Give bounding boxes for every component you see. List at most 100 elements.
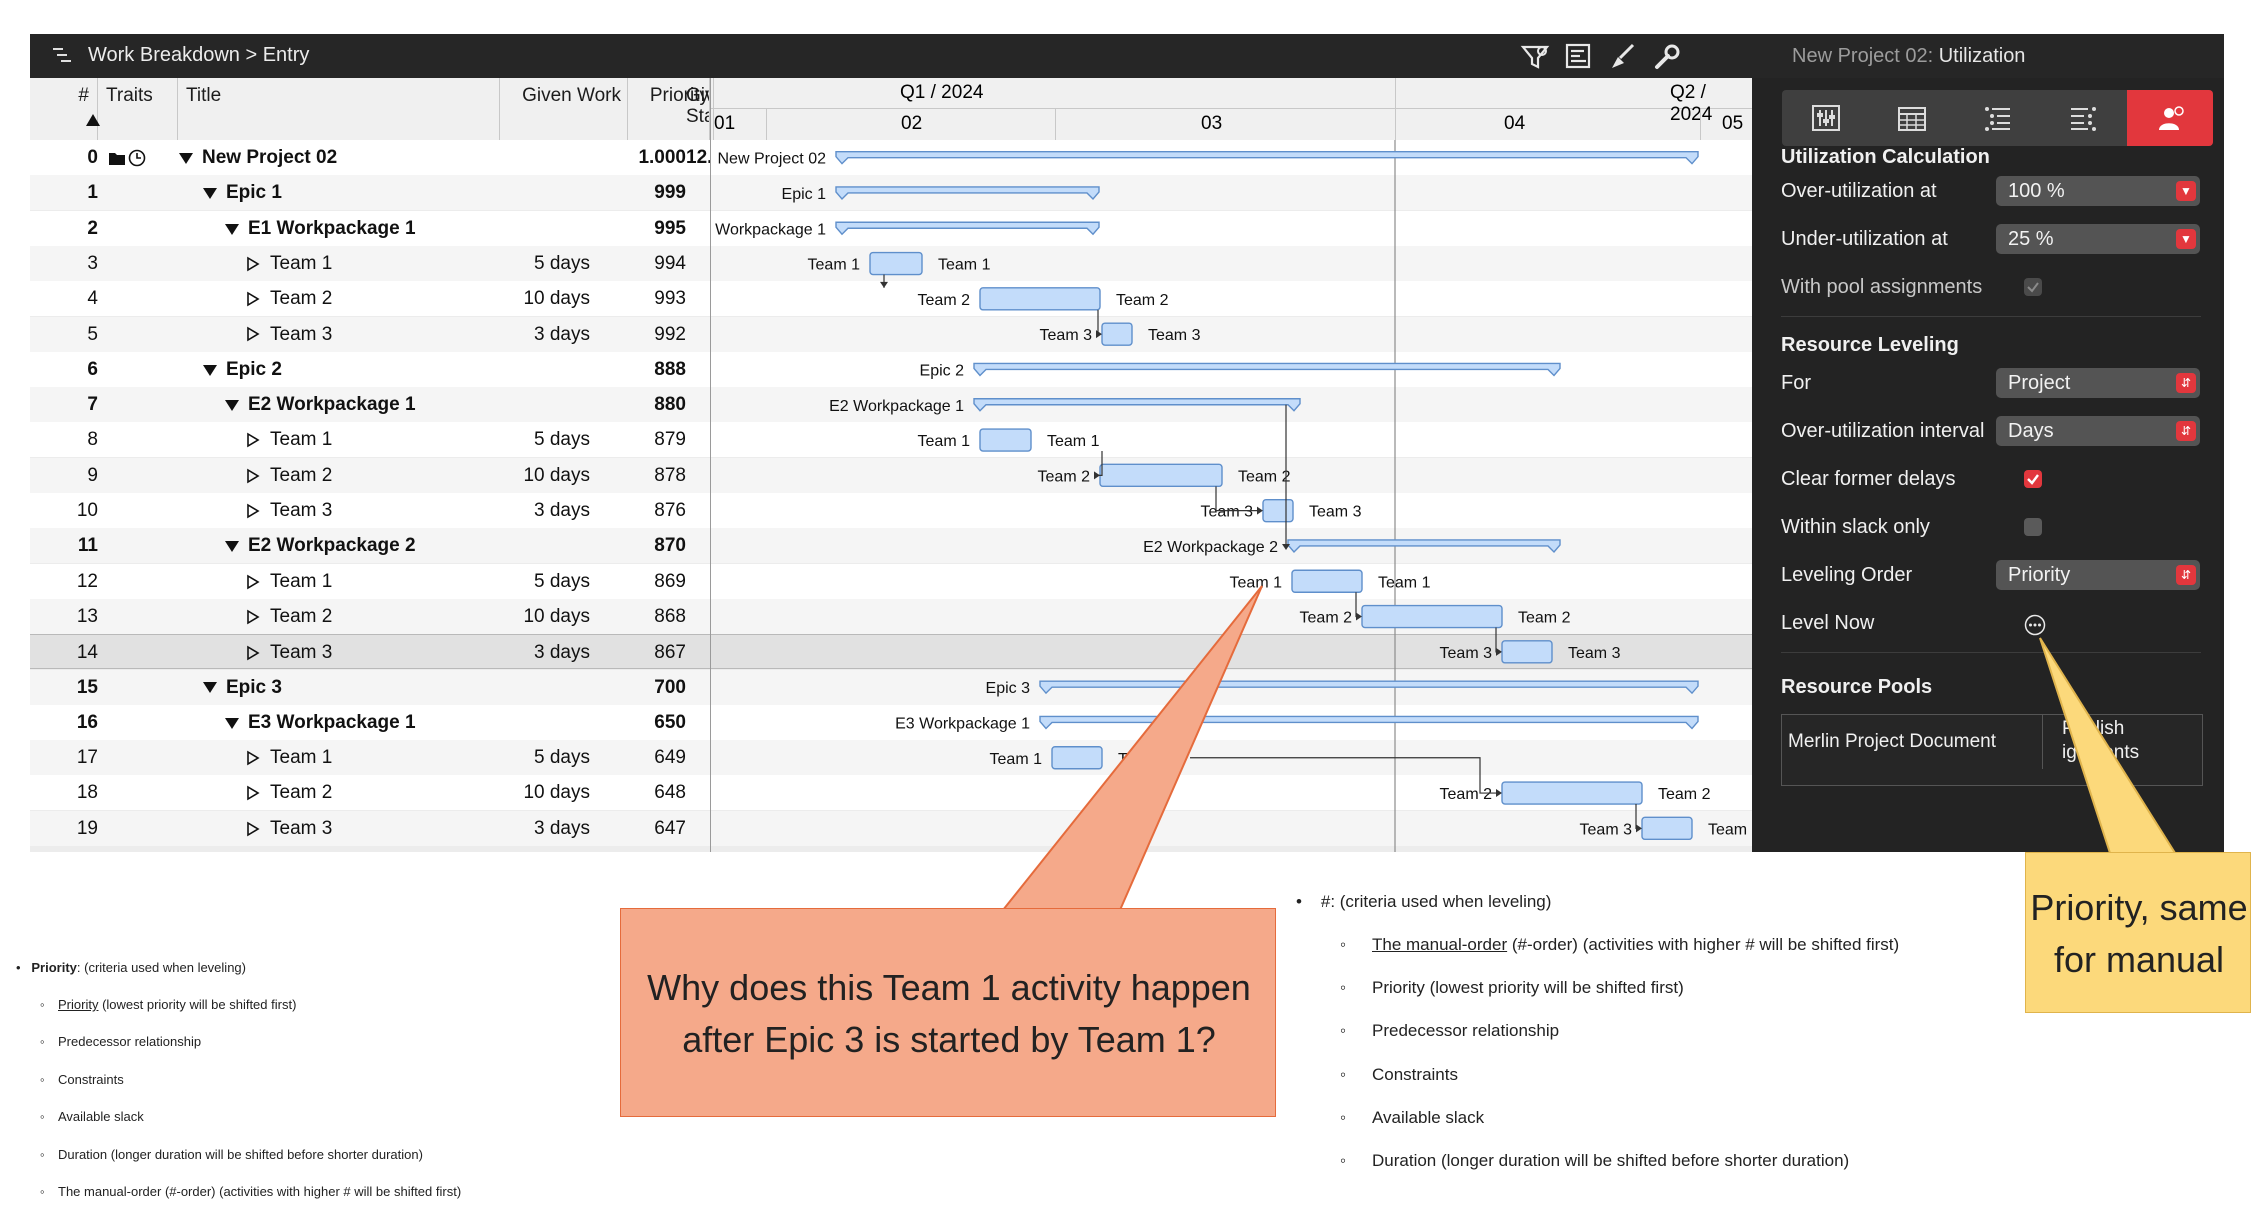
row-given-work[interactable]: 10 days [470,458,590,493]
row-priority[interactable]: 867 [624,635,686,670]
within-slack-checkbox[interactable] [2024,518,2042,536]
table-row[interactable]: 1 Epic 1 999 [30,175,1752,211]
row-given-work[interactable]: 10 days [470,281,590,316]
table-row[interactable]: 10 Team 3 3 days 876 [30,493,1752,528]
row-title[interactable]: Epic 3 [226,670,282,705]
row-priority[interactable]: 1.000 [624,140,686,175]
row-priority[interactable]: 888 [624,352,686,387]
row-given-work[interactable] [470,387,590,422]
work-breakdown-icon[interactable] [52,46,78,66]
table-row[interactable]: 13 Team 2 10 days 868 [30,598,1752,634]
more-icon[interactable] [2024,614,2046,636]
row-priority[interactable]: 648 [624,775,686,810]
table-row[interactable]: 6 Epic 2 888 [30,351,1752,387]
for-select[interactable]: Project ⇵ [1996,368,2200,398]
row-given-work[interactable]: 5 days [470,422,590,457]
pools-table[interactable]: Merlin Project Document Publish ignments [1781,714,2203,786]
disclosure-expanded-icon[interactable] [202,670,218,705]
row-priority[interactable]: 700 [624,670,686,705]
col-traits[interactable]: Traits [98,78,178,140]
row-given-work[interactable] [470,352,590,387]
row-title[interactable]: Team 2 [270,775,332,810]
row-priority[interactable]: 992 [624,317,686,352]
row-title[interactable]: Team 3 [270,811,332,846]
disclosure-collapsed-icon[interactable] [246,740,260,775]
row-priority[interactable]: 999 [624,175,686,210]
table-row[interactable]: 11 E2 Workpackage 2 870 [30,528,1752,564]
row-title[interactable]: Epic 1 [226,175,282,210]
row-priority[interactable]: 995 [624,211,686,246]
row-title[interactable]: Team 1 [270,246,332,281]
row-priority[interactable]: 994 [624,246,686,281]
row-title[interactable]: Team 3 [270,317,332,352]
row-priority[interactable]: 880 [624,387,686,422]
row-given-work[interactable] [470,528,590,563]
over-util-select[interactable]: 100 % ▼ [1996,176,2200,206]
row-title[interactable]: Epic 2 [226,352,282,387]
table-row[interactable]: 14 Team 3 3 days 867 [30,634,1752,670]
row-given-work[interactable] [470,140,590,175]
under-util-select[interactable]: 25 % ▼ [1996,224,2200,254]
wrench-icon[interactable] [1652,42,1682,72]
row-title[interactable]: E2 Workpackage 1 [248,387,416,422]
row-title[interactable]: New Project 02 [202,140,337,175]
disclosure-collapsed-icon[interactable] [246,811,260,846]
table-row[interactable]: 8 Team 1 5 days 879 [30,422,1752,458]
layout-icon[interactable] [1564,42,1594,72]
row-given-work[interactable] [470,705,590,740]
col-given-work[interactable]: Given Work [470,78,628,140]
table-row[interactable]: 5 Team 3 3 days 992 [30,316,1752,352]
disclosure-expanded-icon[interactable] [202,175,218,210]
disclosure-collapsed-icon[interactable] [246,775,260,810]
disclosure-collapsed-icon[interactable] [246,493,260,528]
row-priority[interactable]: 878 [624,458,686,493]
disclosure-collapsed-icon[interactable] [246,564,260,599]
table-row[interactable]: 4 Team 2 10 days 993 [30,281,1752,317]
table-row[interactable]: 7 E2 Workpackage 1 880 [30,387,1752,423]
disclosure-expanded-icon[interactable] [224,387,240,422]
row-priority[interactable]: 876 [624,493,686,528]
disclosure-expanded-icon[interactable] [202,352,218,387]
table-row[interactable]: 2 E1 Workpackage 1 995 [30,210,1752,246]
row-priority[interactable]: 993 [624,281,686,316]
row-title[interactable]: Team 1 [270,564,332,599]
disclosure-expanded-icon[interactable] [178,140,194,175]
row-given-start[interactable]: 12. [686,140,710,175]
disclosure-collapsed-icon[interactable] [246,317,260,352]
row-given-work[interactable]: 3 days [470,317,590,352]
disclosure-collapsed-icon[interactable] [246,281,260,316]
tab-utilization[interactable] [2127,90,2213,146]
table-row[interactable]: 15 Epic 3 700 [30,669,1752,705]
row-given-work[interactable] [470,211,590,246]
clear-delays-checkbox[interactable] [2024,470,2042,488]
disclosure-collapsed-icon[interactable] [246,458,260,493]
table-gantt-divider[interactable] [710,78,711,852]
row-title[interactable]: Team 2 [270,281,332,316]
row-given-work[interactable] [470,175,590,210]
row-title[interactable]: Team 3 [270,635,332,670]
row-priority[interactable]: 647 [624,811,686,846]
table-row[interactable]: 17 Team 1 5 days 649 [30,740,1752,776]
row-title[interactable]: Team 2 [270,458,332,493]
table-row[interactable]: 16 E3 Workpackage 1 650 [30,704,1752,740]
row-given-work[interactable]: 3 days [470,811,590,846]
row-title[interactable]: E1 Workpackage 1 [248,211,416,246]
table-row[interactable]: 19 Team 3 3 days 647 [30,810,1752,846]
tab-calendar[interactable] [1868,90,1954,146]
row-given-work[interactable]: 10 days [470,775,590,810]
row-priority[interactable]: 879 [624,422,686,457]
row-priority[interactable]: 868 [624,599,686,634]
row-title[interactable]: Team 2 [270,599,332,634]
breadcrumb[interactable]: Work Breakdown > Entry [88,44,309,67]
pool-assign-checkbox[interactable] [2024,278,2042,296]
interval-select[interactable]: Days ⇵ [1996,416,2200,446]
disclosure-expanded-icon[interactable] [224,528,240,563]
disclosure-collapsed-icon[interactable] [246,635,260,670]
row-given-work[interactable]: 3 days [470,635,590,670]
row-title[interactable]: E2 Workpackage 2 [248,528,416,563]
col-given-start[interactable]: Giv Sta [684,78,710,140]
table-row[interactable]: 0 New Project 02 1.000 12. [30,140,1752,175]
disclosure-collapsed-icon[interactable] [246,599,260,634]
row-title[interactable]: E3 Workpackage 1 [248,705,416,740]
filter-icon[interactable] [1520,42,1550,72]
